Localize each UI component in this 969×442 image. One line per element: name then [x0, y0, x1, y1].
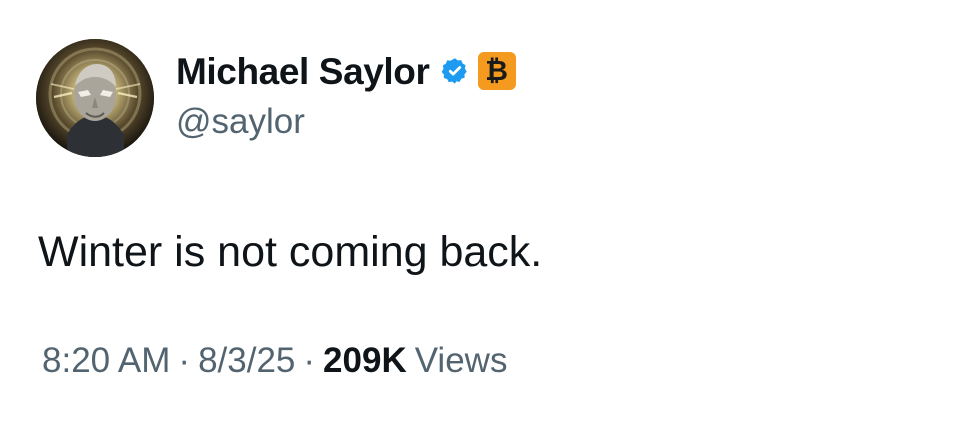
meta-separator-2: ·: [303, 341, 316, 380]
avatar-image: [36, 39, 154, 157]
user-handle[interactable]: @saylor: [176, 104, 516, 139]
meta-separator-1: ·: [178, 341, 191, 380]
author-name-row: Michael Saylor ₿: [176, 48, 516, 94]
tweet-time[interactable]: 8:20 AM: [42, 343, 170, 378]
display-name[interactable]: Michael Saylor: [176, 53, 430, 90]
tweet-text: Winter is not coming back.: [38, 228, 543, 276]
avatar[interactable]: [36, 39, 154, 157]
bitcoin-badge: ₿: [477, 52, 516, 90]
verified-icon: [440, 56, 470, 86]
tweet-card: Michael Saylor ₿ @saylor Winter is not c…: [0, 0, 969, 442]
tweet-date[interactable]: 8/3/25: [198, 343, 295, 378]
tweet-meta: 8:20 AM · 8/3/25 · 209K Views: [42, 343, 507, 378]
author-block: Michael Saylor ₿ @saylor: [176, 48, 516, 139]
views-count[interactable]: 209K: [323, 343, 407, 378]
views-label[interactable]: Views: [415, 343, 508, 378]
